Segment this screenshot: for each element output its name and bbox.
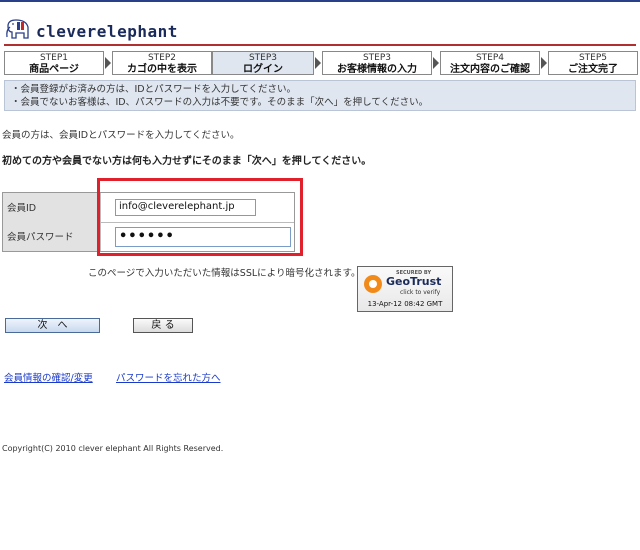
step-number: STEP3: [362, 53, 392, 63]
member-instruction: 会員の方は、会員IDとパスワードを入力してください。: [2, 130, 240, 141]
step-label: 商品ページ: [29, 64, 79, 75]
geotrust-seal[interactable]: SECURED BY GeoTrust click to verify 13-A…: [357, 266, 453, 312]
step-number: STEP4: [475, 53, 505, 63]
step-order-confirm: STEP4 注文内容のご確認: [440, 51, 540, 75]
step-number: STEP1: [39, 53, 69, 63]
seal-date: 13-Apr-12 08:42 GMT: [367, 300, 443, 308]
notice-panel: ・会員登録がお済みの方は、IDとパスワードを入力してください。 ・会員でないお客…: [4, 80, 636, 111]
step-customer-info: STEP3 お客様情報の入力: [322, 51, 432, 75]
step-label: お客様情報の入力: [337, 64, 417, 75]
forgot-password-link[interactable]: パスワードを忘れた方へ: [116, 370, 221, 384]
step-login-current: STEP3 ログイン: [212, 51, 314, 75]
next-button[interactable]: 次 へ: [5, 318, 100, 333]
brand-name[interactable]: cleverelephant: [36, 22, 178, 41]
notice-line-member: ・会員登録がお済みの方は、IDとパスワードを入力してください。: [11, 84, 297, 95]
member-info-link[interactable]: 会員情報の確認/変更: [4, 370, 93, 384]
top-border: [0, 0, 640, 2]
step-arrow-icon: [105, 57, 111, 69]
step-number: STEP2: [147, 53, 177, 63]
seal-verify-text: click to verify: [400, 289, 441, 296]
guest-instruction: 初めての方や会員でない方は何も入力せずにそのまま「次へ」を押してください。: [2, 156, 372, 167]
notice-line-guest: ・会員でないお客様は、ID、パスワードの入力は不要です。そのまま「次へ」を押して…: [11, 97, 429, 108]
step-label: ログイン: [243, 64, 283, 75]
step-arrow-icon: [541, 57, 547, 69]
geotrust-logo-icon: [364, 275, 382, 293]
copyright: Copyright(C) 2010 clever elephant All Ri…: [2, 444, 224, 453]
member-id-label: 会員ID: [3, 193, 101, 222]
step-view-cart: STEP2 カゴの中を表示: [112, 51, 212, 75]
step-label: ご注文完了: [568, 64, 618, 75]
step-label: 注文内容のご確認: [450, 64, 530, 75]
step-order-complete: STEP5 ご注文完了: [548, 51, 638, 75]
site-header: cleverelephant: [4, 18, 636, 46]
step-arrow-icon: [433, 57, 439, 69]
step-product-page: STEP1 商品ページ: [4, 51, 104, 75]
step-arrow-icon: [315, 57, 321, 69]
back-button[interactable]: 戻 る: [133, 318, 193, 333]
elephant-logo-icon[interactable]: [4, 18, 32, 45]
password-label: 会員パスワード: [3, 222, 101, 251]
step-label: カゴの中を表示: [127, 64, 197, 75]
ssl-notice: このページで入力いただいた情報はSSLにより暗号化されます。: [88, 268, 361, 279]
step-number: STEP5: [578, 53, 608, 63]
highlight-box: [97, 178, 303, 256]
checkout-steps: STEP1 商品ページ STEP2 カゴの中を表示 STEP3 ログイン STE…: [4, 51, 638, 77]
seal-brand: GeoTrust: [386, 275, 442, 288]
step-number: STEP3: [248, 53, 278, 63]
